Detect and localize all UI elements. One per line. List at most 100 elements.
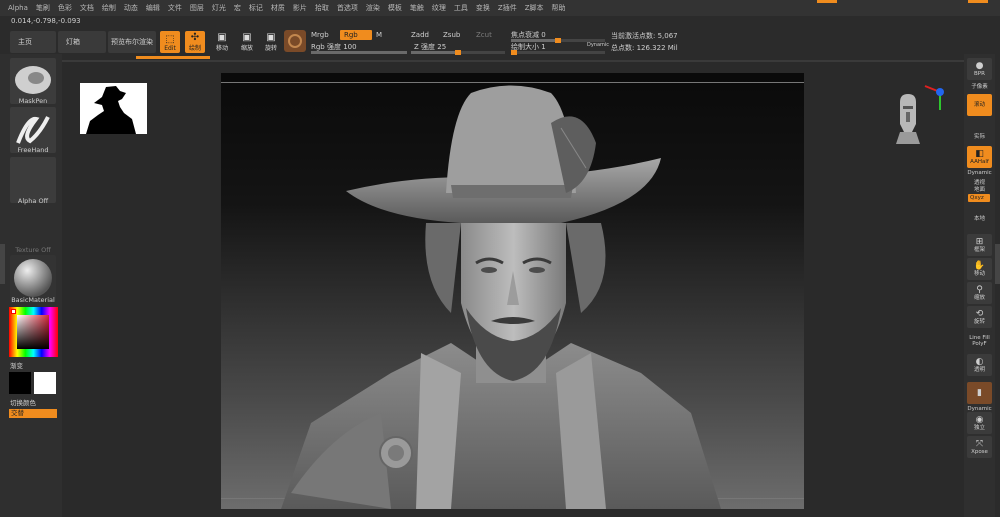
right-tray-handle[interactable]: [995, 244, 1000, 284]
stroke-name: FreeHand: [17, 146, 49, 154]
color-field[interactable]: [17, 315, 49, 349]
home-button[interactable]: 主页: [10, 31, 56, 53]
menu-macro[interactable]: 宏: [234, 3, 241, 13]
subpixel-label: 子像素: [971, 84, 988, 90]
rgb-toggle[interactable]: Rgb: [340, 30, 372, 40]
zoom-view-button[interactable]: ⚲ 缩放: [967, 282, 992, 304]
hand-icon: ✋: [973, 260, 986, 271]
slider-knob[interactable]: [555, 38, 561, 43]
sphere-icon: ●: [975, 60, 984, 71]
scale-mode-button[interactable]: ▣ 缩放: [237, 31, 257, 53]
menu-render[interactable]: 渲染: [366, 3, 380, 13]
rotate-icon: ⟲: [975, 308, 984, 319]
material-selector[interactable]: [10, 255, 56, 301]
scale-icon: ▣: [242, 32, 252, 43]
m-toggle[interactable]: M: [376, 31, 382, 39]
zcut-toggle[interactable]: Zcut: [476, 31, 492, 39]
menu-picker[interactable]: 拾取: [315, 3, 329, 13]
stencil-alpha-preview[interactable]: [80, 83, 147, 134]
menu-edit[interactable]: 编辑: [146, 3, 160, 13]
solo-button[interactable]: ◉ 独立: [967, 412, 992, 434]
active-points-readout: 当前激活点数: 5,067: [611, 32, 678, 40]
zadd-toggle[interactable]: Zadd: [411, 31, 429, 39]
draw-size-slider[interactable]: [511, 50, 605, 55]
menu-marker[interactable]: 标记: [249, 3, 263, 13]
right-shelf: ● BPR 子像素 滚动 实际 ◧ AAHalf Dynamic 透视 地面 Qxy…: [964, 54, 995, 517]
transparency-icon: ◐: [975, 356, 984, 367]
slider-fill: [311, 51, 407, 54]
lightbox-button[interactable]: 灯箱: [58, 31, 106, 53]
primary-color-swatch[interactable]: [9, 372, 31, 394]
menu-light[interactable]: 灯光: [212, 3, 226, 13]
dynamic-persp-label: Dynamic: [967, 170, 992, 176]
alternate-button[interactable]: 交替: [9, 409, 57, 418]
gradient-label: 渐变: [10, 362, 23, 370]
transparency-button[interactable]: ◐ 透明: [967, 354, 992, 376]
edit-icon: ⬚: [165, 34, 175, 45]
menu-movie-dynamics[interactable]: 动态: [124, 3, 138, 13]
scroll-button[interactable]: 滚动: [967, 94, 992, 116]
menu-document[interactable]: 文档: [80, 3, 94, 13]
edit-mode-button[interactable]: ⬚ Edit: [160, 31, 180, 53]
slider-knob[interactable]: [455, 50, 461, 55]
preview-render-button[interactable]: 预览布尔渲染: [108, 31, 156, 53]
brush-name: MaskPen: [18, 97, 48, 105]
menu-stencil[interactable]: 模板: [388, 3, 402, 13]
menu-material[interactable]: 材质: [271, 3, 285, 13]
ghost-button[interactable]: ▮: [967, 382, 992, 404]
menu-alpha[interactable]: Alpha: [8, 4, 28, 12]
menu-draw[interactable]: 绘制: [102, 3, 116, 13]
aahalf-button[interactable]: ◧ AAHalf: [967, 146, 992, 168]
sculpt-model-render: [281, 85, 721, 509]
menu-texture[interactable]: 纹理: [432, 3, 446, 13]
menu-bar: Alpha 笔刷 色彩 文档 绘制 动态 编辑 文件 图层 灯光 宏 标记 材质…: [0, 0, 1000, 16]
color-picker[interactable]: [9, 307, 58, 357]
menu-brush[interactable]: 笔刷: [36, 3, 50, 13]
texture-name: Texture Off: [15, 246, 51, 254]
ghost-icon: ▮: [977, 387, 982, 398]
menu-file[interactable]: 文件: [168, 3, 182, 13]
menu-movie[interactable]: 影片: [293, 3, 307, 13]
move-view-button[interactable]: ✋ 移动: [967, 258, 992, 280]
active-tab-underline: [136, 56, 210, 59]
slider-knob[interactable]: [511, 50, 517, 55]
color-marker[interactable]: [11, 309, 16, 314]
frame-button[interactable]: ⊞ 框架: [967, 234, 992, 256]
menu-stroke[interactable]: 笔触: [410, 3, 424, 13]
actual-label: 实际: [973, 134, 985, 140]
floor-label[interactable]: 地面: [964, 185, 995, 193]
z-intensity-slider[interactable]: [411, 50, 505, 55]
viewport-canvas[interactable]: [221, 73, 804, 509]
move-mode-button[interactable]: ▣ 移动: [212, 31, 232, 53]
material-sphere-icon: [14, 259, 52, 297]
local-label[interactable]: 本地: [964, 214, 995, 222]
menu-tool[interactable]: 工具: [454, 3, 468, 13]
draw-icon: ✣: [190, 32, 200, 43]
material-color-swatch[interactable]: [284, 30, 306, 52]
cowboy-silhouette-icon: [86, 86, 136, 134]
secondary-color-swatch[interactable]: [34, 372, 56, 394]
menu-layer[interactable]: 图层: [190, 3, 204, 13]
rotate-view-button[interactable]: ⟲ 旋转: [967, 306, 992, 328]
dynamic-toggle[interactable]: Dynamic: [587, 42, 609, 48]
xpose-button[interactable]: ⤧ Xpose: [967, 436, 992, 458]
mrgb-toggle[interactable]: Mrgb: [311, 31, 329, 39]
menu-transform[interactable]: 变换: [476, 3, 490, 13]
bpr-button[interactable]: ● BPR: [967, 58, 992, 80]
menu-zscript[interactable]: Z脚本: [525, 3, 544, 13]
switch-color-label[interactable]: 切换颜色: [10, 397, 60, 407]
draw-mode-button[interactable]: ✣ 绘制: [185, 31, 205, 53]
total-points-readout: 总点数: 126.322 Mil: [611, 44, 678, 52]
menu-preferences[interactable]: 首选项: [337, 3, 358, 13]
menu-color[interactable]: 色彩: [58, 3, 72, 13]
xyz-toggle[interactable]: Qxyz: [968, 194, 990, 202]
navigation-gizmo[interactable]: [890, 80, 950, 150]
menu-zplugin[interactable]: Z插件: [498, 3, 517, 13]
zsub-toggle[interactable]: Zsub: [443, 31, 460, 39]
left-tray-handle[interactable]: [0, 244, 5, 284]
menu-help[interactable]: 帮助: [552, 3, 566, 13]
linefill-button[interactable]: Line Fill PolyF: [967, 330, 992, 352]
rgb-intensity-slider[interactable]: [311, 51, 407, 54]
rotate-mode-button[interactable]: ▣ 旋转: [261, 31, 281, 53]
coordinate-readout: 0.014,-0.798,-0.093: [11, 17, 81, 25]
